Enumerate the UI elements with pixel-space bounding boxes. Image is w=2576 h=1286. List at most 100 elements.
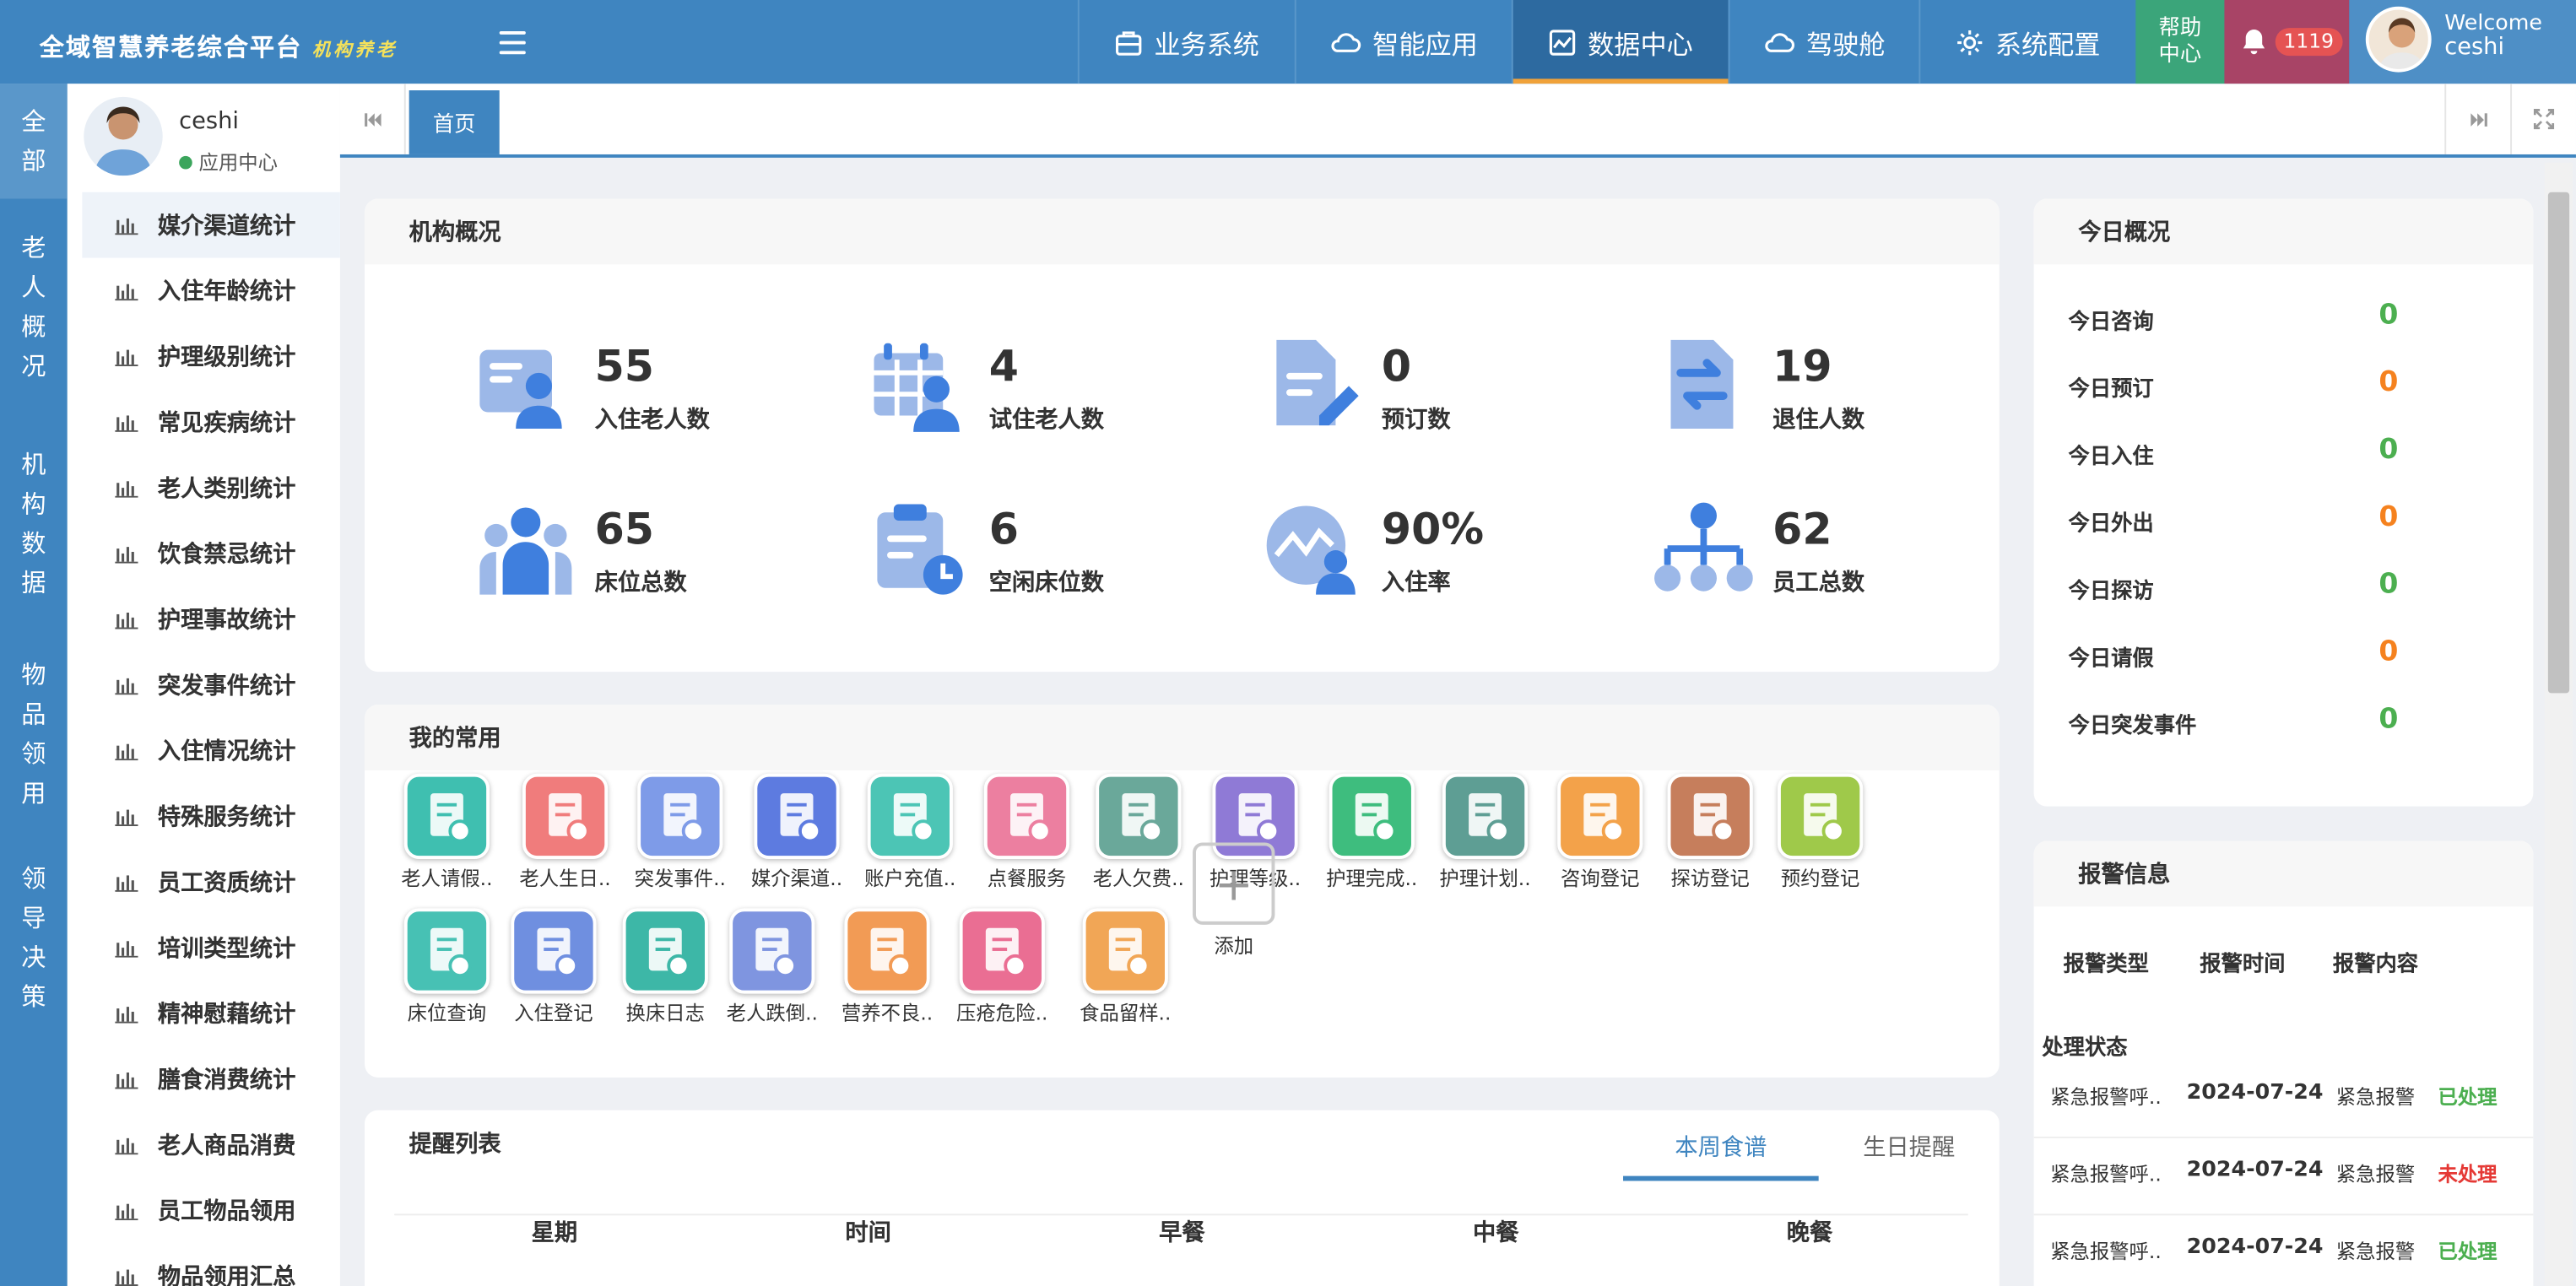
favorite-app[interactable]: 媒介渠道.. <box>748 773 847 892</box>
favorites-card: 我的常用 老人请假.. 老人生日.. 突发事件.. 媒介渠道.. 账户充值.. 点餐服务老… <box>365 705 2000 1078</box>
elder-card-icon <box>479 349 562 430</box>
bar-chart-icon <box>115 809 138 827</box>
table-row[interactable]: 紧急报警呼.. 2024-07-24 紧急报警 已处理 <box>2033 1062 2534 1138</box>
sidebar-item-label: 员工资质统计 <box>157 870 296 897</box>
favorite-app[interactable]: 预约登记 <box>1771 773 1870 892</box>
column-header: 报警类型 <box>2063 952 2149 978</box>
sidebar-item[interactable]: 培训类型统计 <box>82 915 340 981</box>
tab-weekly-menu[interactable]: 本周食谱 <box>1623 1130 1819 1181</box>
sidebar-item[interactable]: 饮食禁忌统计 <box>82 521 340 586</box>
today-label: 今日外出 <box>2068 512 2154 538</box>
nav-business-system[interactable]: 业务系统 <box>1077 0 1295 84</box>
app-icon <box>403 908 490 994</box>
favorite-app[interactable]: 老人跌倒.. <box>722 908 821 1026</box>
today-overview-title: 今日概况 <box>2033 198 2534 265</box>
favorite-app[interactable]: 咨询登记 <box>1550 773 1649 892</box>
favorite-app[interactable]: 账户充值.. <box>861 773 960 892</box>
favorite-app[interactable]: 点餐服务 <box>977 773 1076 892</box>
add-favorite-button[interactable]: + <box>1193 842 1275 925</box>
sidebar-item[interactable]: 突发事件统计 <box>82 652 340 718</box>
bar-chart-icon <box>115 481 138 498</box>
sidebar-item[interactable]: 精神慰藉统计 <box>82 981 340 1046</box>
sidebar-item[interactable]: 老人商品消费 <box>82 1112 340 1178</box>
hamburger-menu-icon[interactable] <box>499 30 526 55</box>
stat-value: 0 <box>1381 343 1412 393</box>
nav-system-config[interactable]: 系统配置 <box>1918 0 2135 84</box>
stat-value: 65 <box>594 505 655 555</box>
tab-scroll-right-icon[interactable] <box>2444 84 2510 154</box>
bar-chart-icon <box>115 875 138 892</box>
tab-bar: 首页 <box>339 84 2576 158</box>
stat-value: 62 <box>1772 505 1832 555</box>
today-label: 今日咨询 <box>2068 310 2154 336</box>
app-label: 老人欠费.. <box>1092 867 1184 890</box>
sidebar-item[interactable]: 员工物品领用 <box>82 1178 340 1244</box>
favorite-app[interactable]: 营养不良.. <box>838 908 937 1026</box>
sidebar-item[interactable]: 入住情况统计 <box>82 718 340 784</box>
strip-all[interactable]: 全部 <box>0 84 68 199</box>
alarm-time: 2024-07-24 <box>2186 1080 2324 1105</box>
nav-smart-apps[interactable]: 智能应用 <box>1294 0 1512 84</box>
alarm-info-title: 报警信息 <box>2033 840 2534 907</box>
strip-institution-data[interactable]: 机构数据 <box>0 417 68 635</box>
strip-leadership-decision[interactable]: 领导决策 <box>0 846 68 1059</box>
brand-title: 全域智慧养老综合平台 机构养老 <box>39 32 398 62</box>
favorite-app[interactable]: 入住登记 <box>505 908 603 1026</box>
alarm-content: 紧急报警 <box>2335 1085 2416 1109</box>
table-row[interactable]: 紧急报警呼.. 2024-07-24 紧急报警 已处理 <box>2034 1217 2534 1286</box>
table-row[interactable]: 紧急报警呼.. 2024-07-24 紧急报警 未处理 <box>2033 1140 2534 1216</box>
stat-value: 55 <box>594 343 655 393</box>
nav-cockpit[interactable]: 驾驶舱 <box>1728 0 1919 84</box>
user-menu[interactable]: Welcome ceshi <box>2349 0 2576 84</box>
tab-birthday-reminder[interactable]: 生日提醒 <box>1819 1130 2000 1163</box>
favorite-app[interactable]: 护理完成.. <box>1323 773 1421 892</box>
notifications-button[interactable]: 1119 <box>2224 0 2350 84</box>
sidebar-item[interactable]: 物品领用汇总 <box>82 1243 340 1286</box>
scrollbar-thumb[interactable] <box>2547 192 2570 694</box>
help-center-button[interactable]: 帮助 中心 <box>2135 0 2225 84</box>
sidebar-item[interactable]: 常见疾病统计 <box>82 389 340 455</box>
sidebar-item-label: 护理级别统计 <box>157 344 296 371</box>
page-scrollbar[interactable] <box>2544 162 2573 1286</box>
sidebar-item[interactable]: 膳食消费统计 <box>82 1046 340 1112</box>
app-label: 老人跌倒.. <box>726 1002 818 1025</box>
favorite-app[interactable]: 换床日志 <box>616 908 715 1026</box>
top-nav: 业务系统 智能应用 数据中心 驾驶舱 系统配置 <box>1077 0 2135 84</box>
fullscreen-icon[interactable] <box>2510 84 2576 154</box>
column-header: 时间 <box>845 1220 891 1247</box>
favorite-app[interactable]: 床位查询 <box>398 908 496 1026</box>
sidebar-item[interactable]: 护理事故统计 <box>82 586 340 652</box>
bar-chart-icon <box>115 1072 138 1089</box>
app-label: 食品留样.. <box>1080 1002 1172 1025</box>
top-header: 全域智慧养老综合平台机构养老 业务系统 智能应用 数据中心 驾驶舱 系统配置 <box>0 0 2576 84</box>
tab-scroll-left-icon[interactable] <box>340 84 406 154</box>
today-label: 今日预订 <box>2068 377 2154 403</box>
favorite-app[interactable]: 突发事件.. <box>630 773 729 892</box>
tab-home[interactable]: 首页 <box>409 90 500 154</box>
alarm-time: 2024-07-24 <box>2186 1158 2324 1183</box>
sidebar-item[interactable]: 特殊服务统计 <box>82 783 340 849</box>
favorite-app[interactable]: 探访登记 <box>1661 773 1760 892</box>
institution-overview-card: 机构概况 55 入住老人数 4 试住老人数 0 预订数 19 退住人数 65 床位总数 6 空闲床位数… <box>365 198 2000 673</box>
sidebar-item-label: 入住情况统计 <box>157 738 296 766</box>
favorite-app[interactable]: 护理计划.. <box>1436 773 1534 892</box>
strip-elder-overview[interactable]: 老人概况 <box>0 199 68 418</box>
app-label: 护理计划.. <box>1439 867 1531 890</box>
strip-item-usage[interactable]: 物品领用 <box>0 635 68 846</box>
nav-data-center[interactable]: 数据中心 <box>1511 0 1729 84</box>
sidebar-item[interactable]: 入住年龄统计 <box>82 258 340 324</box>
sidebar-item[interactable]: 护理级别统计 <box>82 323 340 389</box>
app-label: 护理完成.. <box>1326 867 1418 890</box>
favorite-app[interactable]: 压疮危险.. <box>953 908 1052 1026</box>
sidebar-item[interactable]: 员工资质统计 <box>82 849 340 915</box>
favorite-app[interactable]: 食品留样.. <box>1076 908 1175 1026</box>
sidebar-item-label: 饮食禁忌统计 <box>157 542 296 569</box>
favorite-app[interactable]: 老人请假.. <box>398 773 496 892</box>
calendar-person-icon <box>874 343 960 432</box>
sidebar-item[interactable]: 媒介渠道统计 <box>82 192 340 258</box>
sidebar-item[interactable]: 老人类别统计 <box>82 455 340 521</box>
sidebar-item-label: 常见疾病统计 <box>157 410 296 437</box>
online-dot-icon <box>179 154 192 169</box>
favorite-app[interactable]: 老人欠费.. <box>1089 773 1188 892</box>
favorite-app[interactable]: 老人生日.. <box>516 773 614 892</box>
